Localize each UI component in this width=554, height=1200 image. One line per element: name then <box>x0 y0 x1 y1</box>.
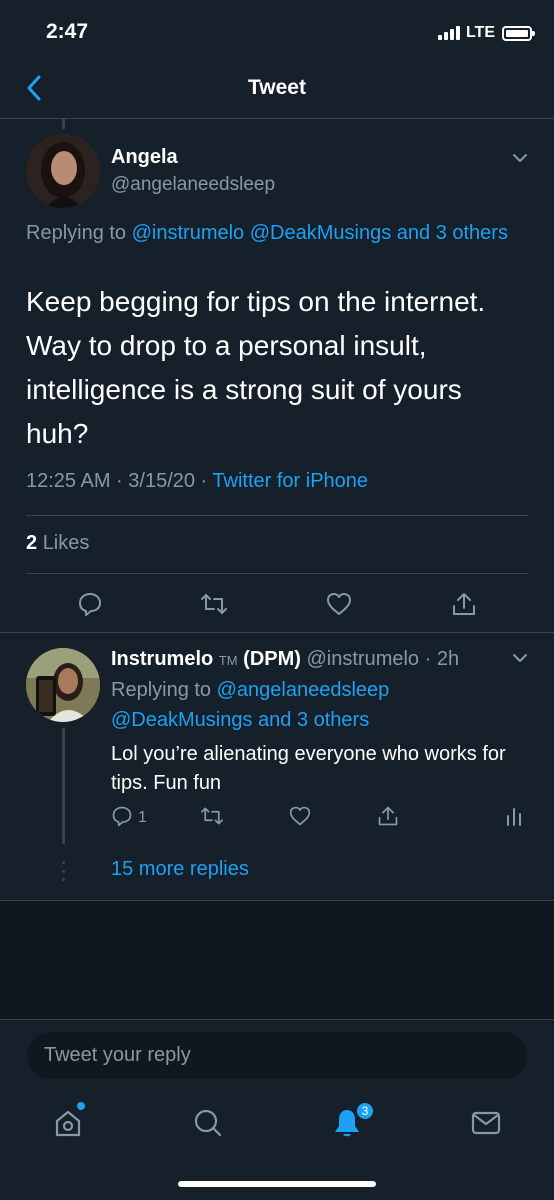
avatar[interactable] <box>26 134 100 208</box>
more-replies-link[interactable]: 15 more replies <box>111 858 249 881</box>
signal-icon <box>437 26 460 40</box>
tweet-text: Keep begging for tips on the internet. W… <box>26 286 486 449</box>
divider <box>26 573 528 574</box>
replying-prefix: Replying to <box>26 222 127 244</box>
avatar[interactable] <box>26 648 100 722</box>
tweet-timestamp: 12:25 AM · 3/15/20 · <box>26 470 213 492</box>
compose-bar <box>0 1019 554 1089</box>
avatar-image <box>26 134 100 208</box>
heart-icon <box>289 806 311 826</box>
reply-button[interactable] <box>109 803 135 829</box>
mail-icon <box>471 1111 501 1135</box>
thread-dots <box>61 861 66 881</box>
divider <box>26 515 528 516</box>
page-title: Tweet <box>248 76 306 99</box>
status-bar: 2:47 LTE <box>0 0 554 64</box>
tab-messages[interactable] <box>466 1103 506 1143</box>
likes-link[interactable]: 2 Likes <box>26 532 89 555</box>
empty-area <box>0 901 554 1019</box>
battery-icon <box>502 25 535 41</box>
home-indicator <box>178 1181 376 1187</box>
reply-author-name[interactable]: Instrumelo <box>111 648 213 670</box>
trademark-label: TM <box>218 653 238 668</box>
tweet-source[interactable]: Twitter for iPhone <box>212 470 368 492</box>
replying-link-1[interactable]: @angelaneedsleep <box>217 679 390 701</box>
likes-count: 2 <box>26 532 38 554</box>
analytics-icon <box>507 808 521 826</box>
retweet-icon <box>201 807 223 825</box>
status-indicators: LTE <box>437 22 535 44</box>
chevron-down-icon[interactable] <box>510 148 530 168</box>
status-time: 2:47 <box>46 20 89 43</box>
reply-author-suffix: (DPM) <box>243 648 301 670</box>
nav-bar: Tweet <box>0 64 554 119</box>
reply-icon <box>79 593 101 616</box>
reply-button[interactable] <box>75 589 105 619</box>
home-icon <box>55 1110 81 1137</box>
reply-text: Lol you’re alienating everyone who works… <box>111 743 506 794</box>
author-handle[interactable]: @angelaneedsleep <box>111 174 275 196</box>
divider <box>0 632 554 633</box>
reply-input[interactable] <box>27 1032 527 1079</box>
notifications-badge: 3 <box>355 1101 375 1121</box>
reply-header: Instrumelo TM (DPM) @instrumelo · 2h <box>111 648 459 671</box>
like-button[interactable] <box>324 589 354 619</box>
search-icon <box>194 1109 222 1137</box>
replying-prefix: Replying to <box>111 679 212 701</box>
share-icon <box>453 593 475 615</box>
network-label: LTE <box>465 24 495 41</box>
replying-links[interactable]: @instrumelo @DeakMusings and 3 others <box>132 222 508 244</box>
replying-to: Replying to @instrumelo @DeakMusings and… <box>26 218 526 248</box>
reply-author-handle[interactable]: @instrumelo <box>306 648 419 670</box>
tweet-meta: 12:25 AM · 3/15/20 · Twitter for iPhone <box>26 470 368 493</box>
replying-to: Replying to @angelaneedsleep @DeakMusing… <box>111 675 531 735</box>
author-name[interactable]: Angela <box>111 146 178 169</box>
tab-search[interactable] <box>188 1103 228 1143</box>
like-button[interactable] <box>287 803 313 829</box>
retweet-button[interactable] <box>199 803 225 829</box>
reply-time: · 2h <box>424 648 460 670</box>
heart-icon <box>327 593 351 615</box>
home-unread-dot <box>77 1102 85 1110</box>
reply-count: 1 <box>138 809 147 826</box>
share-button[interactable] <box>375 803 401 829</box>
share-button[interactable] <box>449 589 479 619</box>
chevron-down-icon[interactable] <box>510 648 530 668</box>
retweet-button[interactable] <box>199 589 229 619</box>
replying-link-2[interactable]: @DeakMusings and 3 others <box>111 709 369 731</box>
reply-icon <box>112 806 132 827</box>
analytics-button[interactable] <box>503 805 525 827</box>
retweet-icon <box>201 594 227 614</box>
likes-label: Likes <box>42 532 90 554</box>
avatar-image <box>26 648 100 722</box>
share-icon <box>378 806 398 826</box>
thread-connector <box>62 119 65 129</box>
thread-connector <box>62 728 65 844</box>
